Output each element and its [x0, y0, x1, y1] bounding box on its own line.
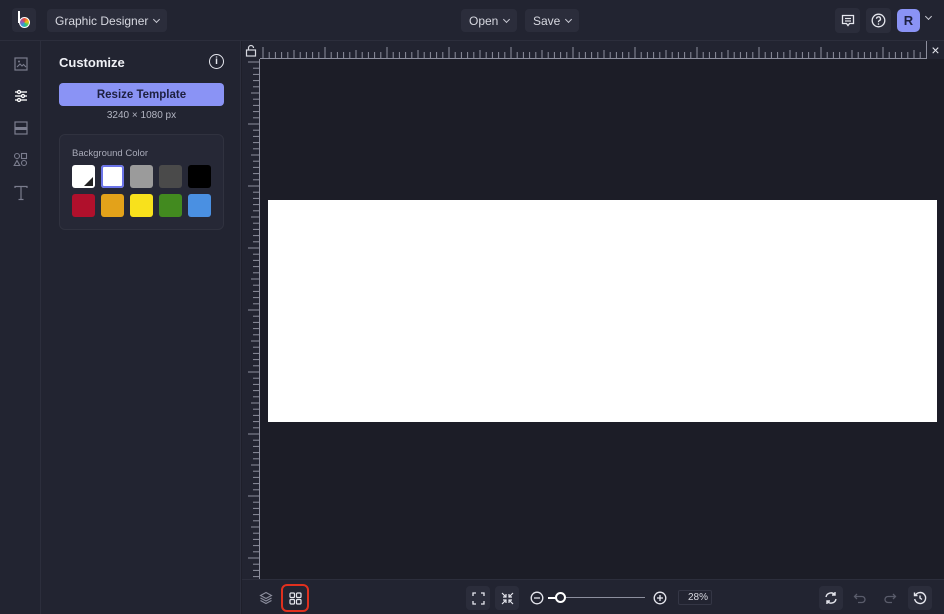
logo-color-wheel	[19, 17, 30, 28]
history-icon	[913, 591, 927, 605]
rail-item-layout[interactable]	[10, 117, 31, 138]
resize-template-button[interactable]: Resize Template	[59, 83, 224, 106]
mode-label: Graphic Designer	[55, 13, 149, 28]
background-color-label: Background Color	[72, 148, 149, 159]
open-label: Open	[469, 13, 499, 28]
zoom-slider-thumb[interactable]	[555, 592, 566, 603]
help-icon	[871, 13, 886, 28]
grid-icon	[288, 591, 302, 605]
refresh-icon	[825, 592, 837, 604]
panel-title: Customize	[59, 55, 125, 70]
ruler-ticks	[248, 61, 259, 578]
artboard[interactable]	[268, 200, 937, 422]
undo-button[interactable]	[848, 586, 872, 610]
chevron-down-icon	[153, 15, 161, 23]
redo-icon	[884, 593, 897, 604]
help-button[interactable]	[866, 8, 891, 33]
rail-item-image[interactable]	[10, 53, 31, 74]
app-logo[interactable]	[12, 8, 36, 32]
color-picker-corner-icon	[84, 177, 93, 186]
color-swatch[interactable]	[188, 165, 211, 188]
zoom-out-icon	[530, 591, 544, 605]
zoom-in-icon	[653, 591, 667, 605]
mode-dropdown[interactable]: Graphic Designer	[47, 9, 168, 32]
color-swatch[interactable]	[130, 194, 153, 217]
color-swatch[interactable]	[130, 165, 153, 188]
custom-color-swatch[interactable]	[72, 165, 95, 188]
refresh-button[interactable]	[819, 586, 843, 610]
zoom-out-button[interactable]	[525, 586, 549, 610]
fit-screen-icon	[471, 591, 485, 605]
ruler-lock-button[interactable]	[242, 41, 260, 59]
sliders-icon	[14, 89, 27, 102]
collapse-icon	[501, 592, 513, 604]
chevron-down-icon	[565, 15, 573, 23]
color-swatch[interactable]	[101, 165, 124, 188]
color-swatch[interactable]	[159, 194, 182, 217]
color-swatch[interactable]	[188, 194, 211, 217]
chevron-down-icon[interactable]	[924, 12, 933, 21]
user-avatar[interactable]: R	[897, 9, 920, 32]
top-bar: Graphic Designer Open Save R	[0, 0, 944, 41]
unlock-icon	[245, 44, 257, 57]
color-swatch[interactable]	[101, 194, 124, 217]
undo-icon	[853, 593, 866, 604]
zoom-in-button[interactable]	[648, 586, 672, 610]
comment-button[interactable]	[835, 8, 860, 33]
comment-icon	[841, 14, 854, 27]
open-dropdown[interactable]: Open	[461, 9, 518, 32]
info-icon[interactable]: i	[209, 54, 224, 69]
horizontal-ruler[interactable]	[260, 41, 926, 59]
text-icon	[13, 185, 28, 200]
close-canvas-button[interactable]: ×	[926, 41, 944, 59]
zoom-slider-track[interactable]	[560, 597, 645, 598]
image-icon	[13, 56, 28, 71]
fit-screen-button[interactable]	[466, 586, 490, 610]
color-swatch[interactable]	[159, 165, 182, 188]
canvas-area: ×	[242, 41, 944, 579]
redo-button[interactable]	[878, 586, 902, 610]
template-dimensions: 3240 × 1080 px	[106, 110, 177, 121]
customize-panel: Customize i Resize Template 3240 × 1080 …	[41, 41, 241, 614]
rail-item-customize[interactable]	[10, 85, 31, 106]
save-label: Save	[533, 13, 561, 28]
color-swatches	[72, 165, 211, 217]
collapse-button[interactable]	[495, 586, 519, 610]
layers-icon	[259, 591, 273, 605]
bottom-toolbar: 28%	[242, 579, 944, 614]
grid-view-button[interactable]	[281, 584, 309, 612]
rail-item-graphics[interactable]	[10, 149, 31, 170]
shapes-icon	[13, 152, 28, 167]
save-dropdown[interactable]: Save	[525, 9, 580, 32]
rail-item-text[interactable]	[10, 182, 31, 203]
color-swatch[interactable]	[72, 194, 95, 217]
zoom-level-input[interactable]: 28%	[678, 590, 712, 605]
background-color-card: Background Color	[59, 134, 224, 230]
layers-button[interactable]	[254, 586, 278, 610]
chevron-down-icon	[503, 15, 511, 23]
ruler-ticks	[262, 47, 921, 58]
layout-icon	[13, 120, 28, 135]
vertical-ruler[interactable]	[242, 59, 260, 579]
history-button[interactable]	[908, 586, 932, 610]
tool-rail	[0, 41, 41, 614]
